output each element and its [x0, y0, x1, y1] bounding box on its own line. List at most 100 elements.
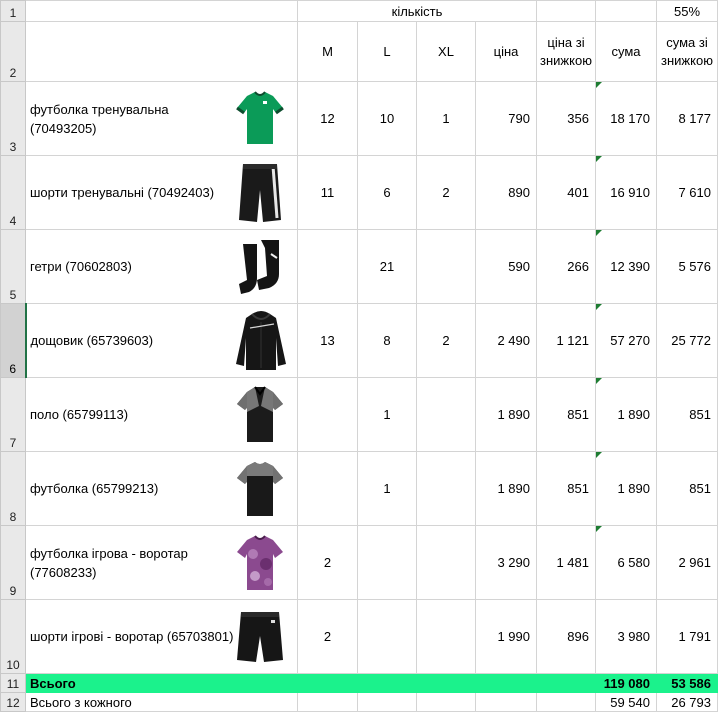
- row-header-7[interactable]: 7: [0, 377, 26, 452]
- qty-xl-cell[interactable]: [416, 525, 476, 600]
- cell[interactable]: [536, 692, 596, 712]
- black-training-shorts-image[interactable]: [233, 160, 287, 226]
- sum-cell[interactable]: 6 580: [595, 525, 657, 600]
- qty-l-cell[interactable]: 6: [357, 155, 417, 230]
- purple-goalkeeper-jersey-image[interactable]: [233, 530, 287, 596]
- product-name-cell[interactable]: футболка (65799213): [25, 451, 298, 526]
- product-name-cell[interactable]: шорти тренувальні (70492403): [25, 155, 298, 230]
- discount-price-cell[interactable]: 1 481: [536, 525, 596, 600]
- price-header[interactable]: ціна: [475, 21, 537, 82]
- qty-xl-cell[interactable]: [416, 451, 476, 526]
- grey-black-tshirt-image[interactable]: [233, 456, 287, 522]
- qty-l-cell[interactable]: 1: [357, 377, 417, 452]
- row-header-4[interactable]: 4: [0, 155, 26, 230]
- discount-sum-cell[interactable]: 7 610: [656, 155, 718, 230]
- discount-price-header[interactable]: ціна зі знижкою: [536, 21, 596, 82]
- qty-xl-cell[interactable]: [416, 599, 476, 674]
- grey-black-polo-image[interactable]: [233, 382, 287, 448]
- each-total-sum-cell[interactable]: 59 540: [595, 692, 657, 712]
- price-cell[interactable]: 590: [475, 229, 537, 304]
- row-header-5[interactable]: 5: [0, 229, 26, 304]
- discount-sum-cell[interactable]: 8 177: [656, 81, 718, 156]
- cell[interactable]: [297, 692, 358, 712]
- row-header-9[interactable]: 9: [0, 525, 26, 600]
- price-cell[interactable]: 1 890: [475, 377, 537, 452]
- discount-price-cell[interactable]: 356: [536, 81, 596, 156]
- qty-m-cell[interactable]: [297, 377, 358, 452]
- sum-cell[interactable]: 12 390: [595, 229, 657, 304]
- size-m-header[interactable]: M: [297, 21, 358, 82]
- sum-cell[interactable]: 1 890: [595, 377, 657, 452]
- cell[interactable]: [595, 0, 657, 22]
- discount-percent-cell[interactable]: 55%: [656, 0, 718, 22]
- qty-l-cell[interactable]: 1: [357, 451, 417, 526]
- qty-xl-cell[interactable]: 2: [416, 155, 476, 230]
- row-header-8[interactable]: 8: [0, 451, 26, 526]
- qty-m-cell[interactable]: 11: [297, 155, 358, 230]
- qty-l-cell[interactable]: 10: [357, 81, 417, 156]
- price-cell[interactable]: 2 490: [475, 303, 537, 378]
- sum-cell[interactable]: 57 270: [595, 303, 657, 378]
- size-xl-header[interactable]: XL: [416, 21, 476, 82]
- price-cell[interactable]: 790: [475, 81, 537, 156]
- size-l-header[interactable]: L: [357, 21, 417, 82]
- price-cell[interactable]: 890: [475, 155, 537, 230]
- quantity-header-cell[interactable]: кількість: [297, 0, 537, 22]
- qty-m-cell[interactable]: [297, 451, 358, 526]
- cell[interactable]: [357, 692, 417, 712]
- product-name-cell[interactable]: шорти ігрові - воротар (65703801): [25, 599, 298, 674]
- discount-sum-cell[interactable]: 851: [656, 377, 718, 452]
- discount-sum-cell[interactable]: 851: [656, 451, 718, 526]
- discount-price-cell[interactable]: 851: [536, 451, 596, 526]
- discount-price-cell[interactable]: 851: [536, 377, 596, 452]
- discount-sum-cell[interactable]: 2 961: [656, 525, 718, 600]
- discount-price-cell[interactable]: 266: [536, 229, 596, 304]
- row-header-3[interactable]: 3: [0, 81, 26, 156]
- cell[interactable]: [25, 21, 298, 82]
- cell[interactable]: [297, 673, 358, 693]
- qty-l-cell[interactable]: 8: [357, 303, 417, 378]
- qty-m-cell[interactable]: [297, 229, 358, 304]
- discount-sum-header[interactable]: сума зі знижкою: [656, 21, 718, 82]
- cell[interactable]: [475, 673, 537, 693]
- row-header-12[interactable]: 12: [0, 692, 26, 712]
- sum-cell[interactable]: 18 170: [595, 81, 657, 156]
- green-training-tshirt-image[interactable]: [233, 86, 287, 152]
- qty-l-cell[interactable]: [357, 525, 417, 600]
- each-total-discount-sum-cell[interactable]: 26 793: [656, 692, 718, 712]
- price-cell[interactable]: 1 990: [475, 599, 537, 674]
- qty-l-cell[interactable]: 21: [357, 229, 417, 304]
- row-header-11[interactable]: 11: [0, 673, 26, 693]
- row-header-2[interactable]: 2: [0, 21, 26, 82]
- row-header-1[interactable]: 1: [0, 0, 26, 22]
- product-name-cell[interactable]: поло (65799113): [25, 377, 298, 452]
- sum-header[interactable]: сума: [595, 21, 657, 82]
- black-rain-jacket-image[interactable]: [234, 308, 288, 374]
- discount-sum-cell[interactable]: 5 576: [656, 229, 718, 304]
- total-sum-cell[interactable]: 119 080: [595, 673, 657, 693]
- discount-sum-cell[interactable]: 1 791: [656, 599, 718, 674]
- cell[interactable]: [416, 673, 476, 693]
- qty-l-cell[interactable]: [357, 599, 417, 674]
- cell[interactable]: [475, 692, 537, 712]
- product-name-cell[interactable]: гетри (70602803): [25, 229, 298, 304]
- cell[interactable]: [25, 0, 298, 22]
- row-header-6[interactable]: 6: [0, 303, 27, 378]
- price-cell[interactable]: 3 290: [475, 525, 537, 600]
- discount-price-cell[interactable]: 1 121: [536, 303, 596, 378]
- discount-sum-cell[interactable]: 25 772: [656, 303, 718, 378]
- product-name-cell[interactable]: дощовик (65739603): [25, 303, 298, 378]
- qty-m-cell[interactable]: 2: [297, 525, 358, 600]
- qty-xl-cell[interactable]: 2: [416, 303, 476, 378]
- qty-xl-cell[interactable]: [416, 377, 476, 452]
- qty-m-cell[interactable]: 2: [297, 599, 358, 674]
- total-discount-sum-cell[interactable]: 53 586: [656, 673, 718, 693]
- cell[interactable]: [536, 0, 596, 22]
- sum-cell[interactable]: 1 890: [595, 451, 657, 526]
- product-name-cell[interactable]: футболка тренувальна (70493205): [25, 81, 298, 156]
- cell[interactable]: [416, 692, 476, 712]
- total-label-cell[interactable]: Всього: [25, 673, 298, 693]
- product-name-cell[interactable]: футболка ігрова - воротар (77608233): [25, 525, 298, 600]
- qty-xl-cell[interactable]: [416, 229, 476, 304]
- each-total-label-cell[interactable]: Всього з кожного: [25, 692, 298, 712]
